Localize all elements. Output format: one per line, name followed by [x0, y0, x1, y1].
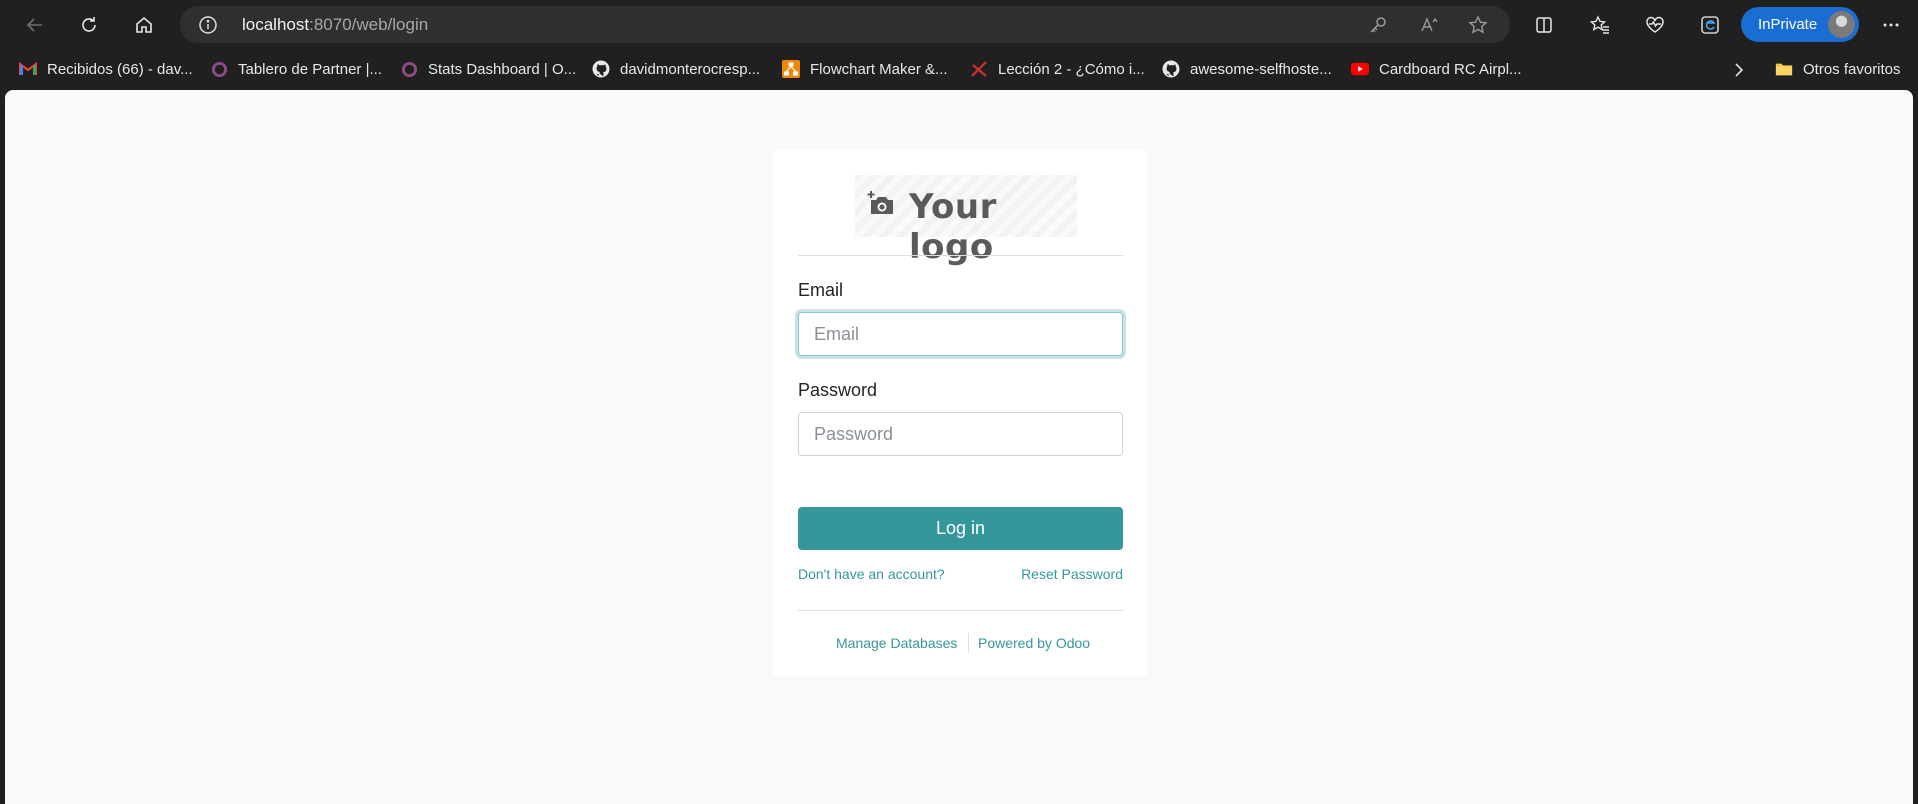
circle-icon [210, 60, 228, 78]
password-label: Password [798, 380, 878, 400]
bookmark-item[interactable]: Lección 2 - ¿Cómo i... [970, 59, 1145, 79]
footer-separator [968, 633, 969, 653]
other-favorites-label: Otros favoritos [1803, 60, 1901, 78]
bookmark-item[interactable]: Tablero de Partner |... [210, 59, 382, 79]
split-screen-icon[interactable] [1528, 9, 1560, 41]
bookmark-label: Recibidos (66) - dav... [47, 60, 193, 78]
chevron-right-icon[interactable] [1730, 61, 1748, 79]
bookmark-item[interactable]: awesome-selfhoste... [1162, 59, 1332, 79]
folder-icon [1775, 60, 1793, 78]
bookmark-item[interactable]: Cardboard RC Airpl... [1351, 59, 1522, 79]
favorite-star-icon[interactable] [1468, 15, 1488, 35]
url-text[interactable]: localhost:8070/web/login [242, 15, 428, 35]
bookmark-label: Flowchart Maker &... [810, 60, 948, 78]
browser-essentials-icon[interactable] [1639, 9, 1671, 41]
read-aloud-icon[interactable] [1420, 15, 1440, 35]
bookmark-label: Lección 2 - ¿Cómo i... [998, 60, 1145, 78]
email-field[interactable] [798, 312, 1123, 356]
address-bar[interactable]: localhost:8070/web/login [180, 6, 1510, 43]
other-favorites[interactable]: Otros favoritos [1775, 59, 1901, 79]
password-field[interactable] [798, 412, 1123, 456]
password-key-icon[interactable] [1368, 15, 1388, 35]
bookmark-item[interactable]: Flowchart Maker &... [782, 59, 948, 79]
favorites-icon[interactable] [1584, 9, 1616, 41]
bookmarks-bar: Recibidos (66) - dav... Tablero de Partn… [0, 49, 1918, 90]
company-logo: Your logo [855, 175, 1077, 267]
footer-divider [798, 610, 1123, 611]
bookmark-label: Stats Dashboard | O... [428, 60, 577, 78]
gmail-icon [19, 60, 37, 78]
signup-link[interactable]: Don't have an account? [798, 566, 945, 582]
url-host: localhost [242, 15, 310, 34]
more-options-icon[interactable] [1875, 9, 1907, 41]
circle-icon [400, 60, 418, 78]
logo-divider [798, 255, 1123, 256]
reset-password-link[interactable]: Reset Password [1021, 566, 1123, 582]
manage-databases-link[interactable]: Manage Databases [836, 635, 957, 651]
bookmark-label: davidmonterocresp... [620, 60, 761, 78]
page-viewport: Your logo Email Password Log in Don't ha… [5, 90, 1913, 804]
bookmark-item[interactable]: Stats Dashboard | O... [400, 59, 576, 79]
youtube-icon [1351, 60, 1369, 78]
back-icon[interactable] [19, 9, 51, 41]
refresh-icon[interactable] [73, 9, 105, 41]
profile-avatar [1828, 11, 1855, 38]
edge-copilot-icon[interactable] [1694, 9, 1726, 41]
url-path: :8070/web/login [309, 15, 429, 34]
login-card: Your logo Email Password Log in Don't ha… [773, 150, 1147, 676]
email-label: Email [798, 280, 844, 300]
github-icon [592, 60, 610, 78]
bookmark-label: awesome-selfhoste... [1190, 60, 1332, 78]
inprivate-profile-button[interactable]: InPrivate [1741, 7, 1859, 42]
bookmark-item[interactable]: Recibidos (66) - dav... [19, 59, 193, 79]
powered-by-odoo-link[interactable]: Powered by Odoo [978, 635, 1090, 651]
home-icon[interactable] [128, 9, 160, 41]
bookmark-item[interactable]: davidmonterocresp... [592, 59, 760, 79]
bookmark-label: Cardboard RC Airpl... [1379, 60, 1522, 78]
login-button[interactable]: Log in [798, 507, 1123, 550]
github-icon [1162, 60, 1180, 78]
bookmark-label: Tablero de Partner |... [238, 60, 382, 78]
red-x-icon [970, 60, 988, 78]
browser-toolbar: localhost:8070/web/login InPrivate [0, 0, 1918, 49]
camera-plus-icon [867, 189, 897, 219]
drawio-icon [782, 60, 800, 78]
inprivate-label: InPrivate [1758, 16, 1818, 33]
site-info-icon[interactable] [198, 15, 218, 35]
